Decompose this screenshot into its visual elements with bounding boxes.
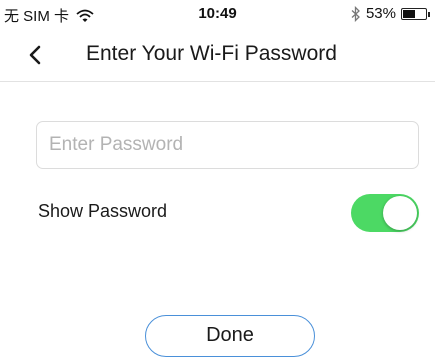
chevron-left-icon (29, 45, 41, 65)
status-right: 53% (351, 5, 430, 22)
nav-bar: Enter Your Wi-Fi Password (0, 28, 435, 82)
battery-icon (401, 7, 430, 20)
toggle-knob (383, 196, 417, 230)
battery-percent: 53% (365, 5, 396, 22)
done-button[interactable]: Done (145, 315, 315, 357)
battery-fill (403, 9, 415, 18)
battery-cap (428, 11, 430, 17)
back-button[interactable] (24, 42, 48, 68)
page-title: Enter Your Wi-Fi Password (86, 42, 337, 65)
show-password-toggle[interactable] (351, 194, 419, 232)
status-bar: 无 SIM 卡 10:49 53% (0, 0, 435, 28)
show-password-label: Show Password (38, 201, 168, 221)
password-input[interactable] (36, 121, 419, 169)
bluetooth-icon (351, 5, 361, 22)
wifi-password-screen: 无 SIM 卡 10:49 53% Enter Your Wi-Fi Passw… (0, 0, 435, 358)
